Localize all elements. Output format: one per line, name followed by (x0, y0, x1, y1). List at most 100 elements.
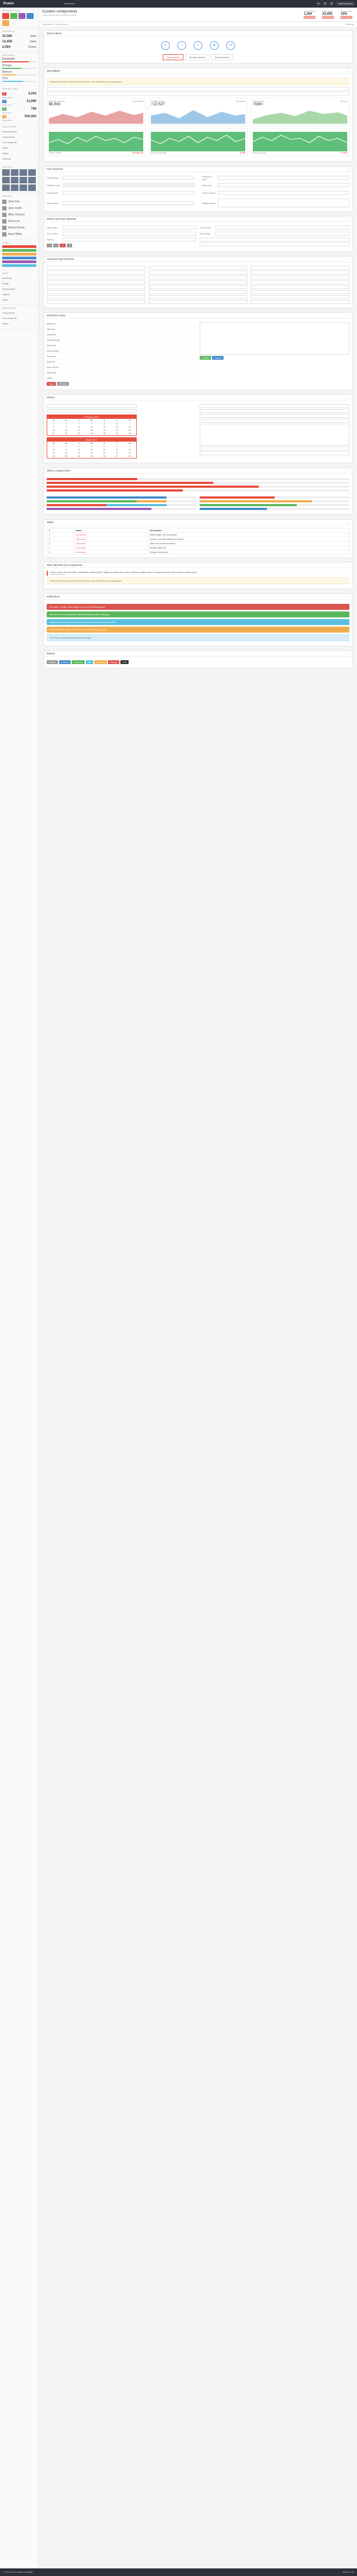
friend-name[interactable]: Anna Lee (8, 220, 20, 223)
date-picker[interactable] (62, 226, 196, 229)
text-field[interactable] (251, 295, 349, 299)
calendar-day[interactable]: 22 (47, 455, 60, 458)
text-field[interactable] (200, 404, 349, 408)
calendar-day[interactable]: 22 (47, 432, 60, 435)
nav-link[interactable]: Form elements (2, 316, 36, 321)
primary-button[interactable]: Primary (59, 660, 71, 664)
calendar[interactable]: February 2014 Su Mo Tu We Th Fr Sa 1 2 3 4 5 6 7 8 9 10 1… (47, 415, 137, 436)
slider[interactable] (47, 478, 349, 480)
preview-button[interactable]: Preview (57, 382, 69, 386)
top-nav-item[interactable]: Dashboard (64, 2, 75, 5)
text-field[interactable] (149, 300, 247, 304)
gallery-thumb[interactable] (20, 184, 27, 191)
text-field[interactable] (200, 447, 349, 450)
bell-icon[interactable]: ♦ (316, 2, 321, 6)
friend-name[interactable]: Mike Johnson (8, 213, 25, 216)
tab-quick-buttons[interactable]: Quick buttons (162, 54, 184, 60)
color-picker[interactable] (215, 226, 349, 229)
editor-link[interactable]: Undo (47, 375, 196, 381)
tab-rounded-buttons[interactable]: Rounded buttons (185, 54, 209, 60)
text-field[interactable] (47, 266, 145, 270)
add-icon[interactable]: + (161, 41, 170, 50)
page-button[interactable]: 1 (47, 244, 53, 247)
collapse-icon[interactable]: − (348, 595, 349, 598)
text-field[interactable] (47, 300, 145, 304)
table-link[interactable]: Link name (73, 545, 148, 550)
success-button[interactable]: Success (72, 660, 85, 664)
friend-name[interactable]: Robert Brown (8, 226, 25, 229)
styled-select[interactable] (62, 201, 194, 205)
collapse-icon[interactable]: − (348, 314, 349, 317)
text-field[interactable] (251, 266, 349, 270)
calendar-day[interactable]: 26 (98, 432, 110, 435)
text-field[interactable] (47, 92, 349, 95)
tab-square-buttons[interactable]: Square buttons (211, 54, 234, 60)
publish-button[interactable]: Publish (200, 356, 212, 360)
table-link[interactable]: Link name (73, 541, 148, 546)
gallery-thumb[interactable] (28, 169, 36, 176)
page-button[interactable]: 4 (66, 244, 72, 247)
gallery-thumb[interactable] (2, 169, 10, 176)
calendar-grid[interactable]: Su Mo Tu We Th Fr Sa 1 2 3 4 5 6 7 8 9 10 11 12 13 14 15 16 17 1… (47, 419, 136, 435)
text-field[interactable] (47, 285, 145, 289)
text-field[interactable] (251, 290, 349, 294)
text-field[interactable] (47, 295, 145, 299)
text-field[interactable] (47, 271, 145, 275)
friend-name[interactable]: Jane Smith (8, 207, 22, 210)
slider[interactable] (47, 489, 349, 492)
calendar-day[interactable]: 28 (123, 455, 136, 458)
back-to-top-link[interactable]: Back to top (343, 2571, 354, 2574)
nav-link[interactable]: Components (2, 310, 36, 316)
remove-icon[interactable]: − (177, 41, 186, 50)
editor-link[interactable]: Align left (47, 359, 196, 365)
calendar[interactable]: March 2014 Su Mo Tu We Th Fr Sa 1 2 3 4 5 6 7 8 9 10 11 12… (47, 437, 137, 458)
text-field[interactable] (251, 300, 349, 304)
collapse-icon[interactable]: − (348, 396, 349, 399)
text-field[interactable] (251, 271, 349, 275)
custom-select[interactable] (218, 191, 349, 195)
editor-link[interactable]: Underline (47, 332, 196, 337)
multiple-select[interactable] (218, 199, 349, 207)
brand[interactable]: Proton (0, 0, 39, 8)
save-button[interactable]: Save (47, 382, 56, 386)
text-field[interactable] (200, 238, 349, 241)
gallery-thumb[interactable] (28, 177, 36, 183)
text-field[interactable] (47, 280, 145, 284)
sidebar-link[interactable]: Documentation (2, 129, 36, 135)
gear-icon[interactable]: ⚙ (329, 2, 334, 6)
sidebar-link[interactable]: Form elements (2, 140, 36, 145)
calendar-day[interactable]: 23 (60, 432, 72, 435)
info-button[interactable]: Info (85, 660, 94, 664)
collapse-icon[interactable]: − (348, 652, 349, 655)
collapse-icon[interactable]: − (348, 168, 349, 170)
calendar-day[interactable]: 24 (73, 432, 85, 435)
table-link[interactable]: Link name (73, 532, 148, 537)
text-field[interactable] (47, 404, 137, 408)
text-field[interactable] (149, 266, 247, 270)
default-button[interactable]: Default (47, 660, 58, 664)
tag-link[interactable]: Sales (2, 297, 36, 303)
calendar-day[interactable]: 26 (98, 455, 110, 458)
breadcrumb-right[interactable]: Settings (346, 23, 354, 25)
gallery-thumb[interactable] (11, 177, 18, 183)
share-icon[interactable]: ↪ (226, 41, 235, 50)
editor-link[interactable]: Italic text (47, 327, 196, 332)
gallery-thumb[interactable] (28, 184, 36, 191)
quick-button-red[interactable] (2, 13, 9, 19)
text-field[interactable] (200, 419, 349, 423)
friend-name[interactable]: John Doe (8, 200, 20, 203)
collapse-icon[interactable]: − (348, 521, 349, 524)
quick-button-blue[interactable] (27, 13, 34, 19)
calendar-grid[interactable]: Su Mo Tu We Th Fr Sa 1 2 3 4 5 6 7 8 9 10 11 12 13 14 15 16 17 1… (47, 442, 136, 458)
editor-link[interactable]: Insert link (47, 343, 196, 348)
user-menu[interactable]: Admin Account (336, 2, 355, 6)
quick-button-green[interactable] (10, 13, 17, 19)
search-icon[interactable]: ⌕ (194, 41, 202, 50)
calendar-day[interactable]: 28 (123, 432, 136, 435)
breadcrumb-item[interactable]: Dashboard (42, 23, 53, 25)
cancel-button[interactable]: Cancel (212, 356, 224, 360)
calendar-day[interactable]: 27 (111, 432, 123, 435)
calendar-day[interactable]: 25 (85, 455, 98, 458)
text-field[interactable] (200, 414, 349, 418)
tag-link[interactable]: Design (2, 281, 36, 286)
